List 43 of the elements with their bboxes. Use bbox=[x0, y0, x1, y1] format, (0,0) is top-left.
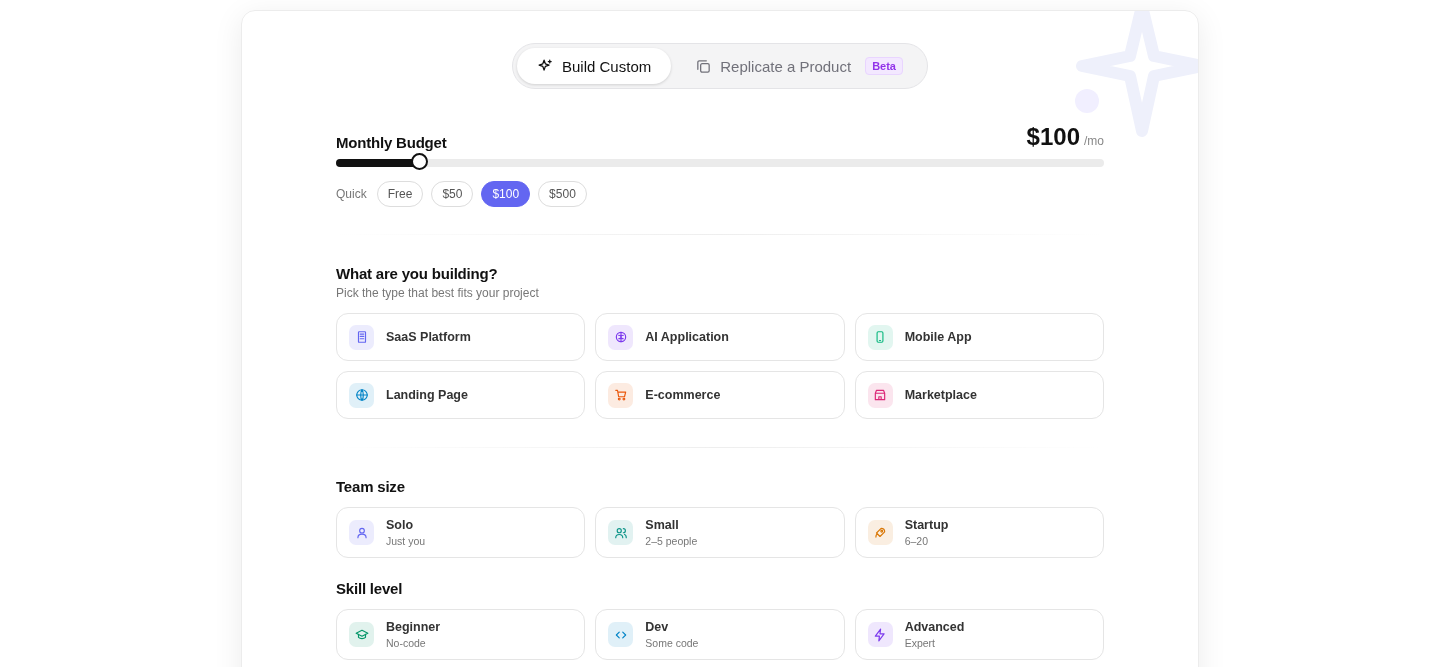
budget-unit: /mo bbox=[1084, 134, 1104, 148]
budget-amount: $100 bbox=[1026, 123, 1080, 151]
mode-tab[interactable]: Build Custom bbox=[517, 48, 672, 84]
budget-slider[interactable] bbox=[336, 153, 1104, 172]
quick-label: Quick bbox=[336, 187, 367, 201]
option-sublabel: 6–20 bbox=[904, 535, 929, 547]
skill-level-option[interactable]: Dev Some code bbox=[595, 609, 845, 660]
bolt-icon bbox=[873, 627, 888, 642]
section-title: Skill level bbox=[336, 580, 404, 597]
section-title: What are you building? bbox=[336, 265, 499, 282]
mode-tab[interactable]: Replicate a Product Beta bbox=[675, 48, 923, 84]
skill-level-option[interactable]: Beginner No-code bbox=[336, 609, 586, 660]
quick-amount-chip[interactable]: Free bbox=[376, 181, 424, 207]
option-sublabel: Expert bbox=[904, 637, 936, 649]
quick-amount-chip[interactable]: $500 bbox=[538, 181, 587, 207]
project-type-option[interactable]: SaaS Platform bbox=[336, 313, 586, 361]
section-title: Team size bbox=[336, 478, 406, 495]
project-type-option[interactable]: Mobile App bbox=[854, 313, 1104, 361]
project-type-option[interactable]: AI Application bbox=[595, 313, 845, 361]
quick-amount-chip[interactable]: $50 bbox=[431, 181, 474, 207]
cart-icon bbox=[613, 388, 628, 402]
beta-badge: Beta bbox=[865, 57, 903, 75]
section-subtitle: Pick the type that best fits your project bbox=[336, 286, 540, 300]
project-type-option[interactable]: E-commerce bbox=[595, 371, 845, 419]
option-sublabel: No-code bbox=[386, 637, 427, 649]
project-type-option[interactable]: Landing Page bbox=[336, 371, 586, 419]
project-type-option[interactable]: Marketplace bbox=[854, 371, 1104, 419]
option-sublabel: 2–5 people bbox=[645, 535, 698, 547]
slider-thumb[interactable] bbox=[411, 153, 429, 170]
copy-icon bbox=[695, 57, 713, 75]
globe-icon bbox=[354, 388, 369, 402]
option-sublabel: Some code bbox=[645, 637, 699, 649]
user-icon bbox=[354, 525, 369, 540]
team-size-option[interactable]: Solo Just you bbox=[336, 507, 586, 558]
option-sublabel: Just you bbox=[386, 535, 426, 547]
budget-label: Monthly Budget bbox=[336, 134, 447, 151]
team-size-option[interactable]: Startup 6–20 bbox=[854, 507, 1104, 558]
cap-icon bbox=[354, 627, 369, 642]
quick-amount-chip[interactable]: $100 bbox=[481, 181, 531, 207]
team-size-option[interactable]: Small 2–5 people bbox=[595, 507, 845, 558]
skill-level-option[interactable]: Advanced Expert bbox=[854, 609, 1104, 660]
store-icon bbox=[873, 388, 888, 402]
users-icon bbox=[613, 525, 628, 540]
